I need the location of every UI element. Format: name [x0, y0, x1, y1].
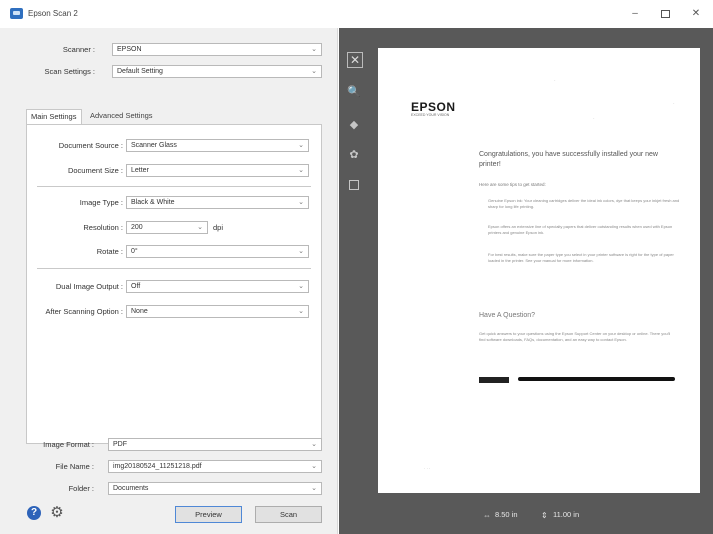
doc-line: Here are some tips to get started:: [479, 182, 546, 187]
doc-paragraph: Get quick answers to your questions usin…: [479, 331, 671, 342]
chevron-down-icon: ⌄: [311, 441, 317, 448]
doc-subheading: Have A Question?: [479, 312, 536, 319]
chevron-down-icon: ⌄: [197, 224, 203, 231]
main-settings-panel: Document Source : Scanner Glass ⌄ Documen…: [26, 124, 322, 444]
preview-area: ✕ 🔍 ◆ ✿ · · · EPSON EXCEED YOUR VISION C…: [339, 28, 713, 534]
after-scanning-option-label: After Scanning Option :: [45, 307, 123, 316]
width-icon: ⇔: [483, 511, 491, 520]
divider: [37, 186, 311, 187]
document-source-value: Scanner Glass: [131, 142, 177, 149]
redaction-bar: [518, 377, 675, 381]
image-format-label: Image Format :: [43, 440, 94, 449]
folder-label: Folder :: [68, 484, 94, 493]
chevron-down-icon: ⌄: [311, 46, 317, 53]
image-type-label: Image Type :: [79, 198, 123, 207]
chevron-down-icon: ⌄: [298, 283, 304, 290]
select-area-icon[interactable]: [347, 178, 361, 192]
tab-main-settings[interactable]: Main Settings: [26, 109, 82, 125]
width-readout: 8.50 in: [495, 510, 518, 519]
document-size-select[interactable]: Letter ⌄: [126, 164, 309, 177]
dual-image-output-value: Off: [131, 283, 141, 290]
doc-paragraph: For best results, make sure the paper ty…: [488, 252, 674, 263]
scan-speck: ·: [593, 116, 595, 122]
scan-speck: ·: [554, 78, 556, 84]
resolution-select[interactable]: 200 ⌄: [126, 221, 208, 234]
dual-image-output-select[interactable]: Off ⌄: [126, 280, 309, 293]
doc-paragraph: Epson offers an extensive line of specia…: [488, 224, 673, 235]
epson-tagline: EXCEED YOUR VISION: [411, 113, 450, 117]
chevron-down-icon: ⌄: [298, 199, 304, 206]
doc-heading: Congratulations, you have successfully i…: [479, 151, 658, 168]
rotate-label: Rotate :: [96, 247, 123, 256]
preview-document: · · · EPSON EXCEED YOUR VISION Congratul…: [378, 48, 700, 493]
rotate-icon[interactable]: ◆: [347, 118, 361, 132]
chevron-down-icon: ⌄: [311, 68, 317, 75]
minimize-button[interactable]: –: [624, 6, 646, 22]
divider: [37, 268, 311, 269]
close-preview-icon[interactable]: ✕: [347, 52, 363, 68]
chevron-down-icon: ⌄: [298, 248, 304, 255]
window-title: Epson Scan 2: [28, 9, 78, 18]
chevron-down-icon: ⌄: [298, 142, 304, 149]
document-size-value: Letter: [131, 167, 149, 174]
folder-select[interactable]: Documents ⌄: [108, 482, 322, 495]
image-type-value: Black & White: [131, 199, 175, 206]
epson-logo: EPSON: [411, 100, 456, 114]
folder-value: Documents: [113, 485, 149, 492]
resolution-unit: dpi: [213, 223, 224, 232]
close-button[interactable]: ✕: [685, 6, 707, 22]
maximize-button[interactable]: [654, 6, 676, 22]
dual-image-output-label: Dual Image Output :: [55, 282, 123, 291]
doc-paragraph: Genuine Epson ink: Your cleaning cartrid…: [488, 198, 680, 209]
rotate-select[interactable]: 0° ⌄: [126, 245, 309, 258]
scan-button[interactable]: Scan: [255, 506, 322, 523]
document-source-select[interactable]: Scanner Glass ⌄: [126, 139, 309, 152]
gear-icon[interactable]: ⚙: [50, 505, 64, 520]
chevron-down-icon: ⌄: [298, 167, 304, 174]
after-scanning-option-select[interactable]: None ⌄: [126, 305, 309, 318]
after-scanning-option-value: None: [131, 308, 148, 315]
file-name-select[interactable]: img20180524_11251218.pdf ⌄: [108, 460, 322, 473]
file-name-value: img20180524_11251218.pdf: [113, 463, 202, 470]
image-type-select[interactable]: Black & White ⌄: [126, 196, 309, 209]
scanner-value: EPSON: [117, 46, 142, 53]
scan-speck: ·: [673, 101, 675, 107]
app-icon: [10, 8, 23, 19]
scan-settings-value: Default Setting: [117, 68, 163, 75]
chevron-down-icon: ⌄: [311, 463, 317, 470]
zoom-icon[interactable]: 🔍: [347, 85, 361, 99]
rotate-value: 0°: [131, 248, 138, 255]
tab-advanced-settings[interactable]: Advanced Settings: [86, 109, 166, 125]
scan-settings-select[interactable]: Default Setting ⌄: [112, 65, 322, 78]
select-square: [349, 180, 359, 190]
image-adjust-icon[interactable]: ✿: [347, 148, 361, 162]
scan-settings-label: Scan Settings :: [44, 67, 95, 76]
chevron-down-icon: ⌄: [298, 308, 304, 315]
scanner-select[interactable]: EPSON ⌄: [112, 43, 322, 56]
height-readout: 11.00 in: [553, 510, 580, 519]
preview-button[interactable]: Preview: [175, 506, 242, 523]
document-size-label: Document Size :: [67, 166, 123, 175]
image-format-value: PDF: [113, 441, 127, 448]
chevron-down-icon: ⌄: [311, 485, 317, 492]
redaction-mark: [479, 377, 509, 383]
maximize-icon: [660, 10, 670, 18]
title-bar: Epson Scan 2 – ✕: [0, 0, 713, 28]
doc-footer-mark: · · ·: [424, 466, 431, 471]
resolution-value: 200: [131, 224, 143, 231]
image-format-select[interactable]: PDF ⌄: [108, 438, 322, 451]
height-icon: ⇕: [541, 511, 548, 520]
scanner-label: Scanner :: [62, 45, 95, 54]
settings-panel: Scanner : EPSON ⌄ Scan Settings : Default…: [0, 28, 338, 534]
document-source-label: Document Source :: [58, 141, 123, 150]
file-name-label: File Name :: [55, 462, 94, 471]
help-icon[interactable]: ?: [27, 506, 41, 520]
resolution-label: Resolution :: [83, 223, 123, 232]
